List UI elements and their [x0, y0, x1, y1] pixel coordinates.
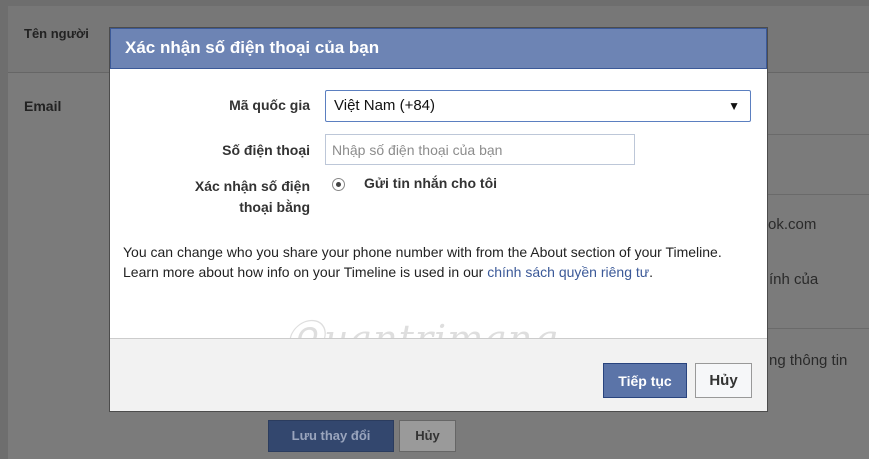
continue-button[interactable]: Tiếp tục — [603, 363, 687, 398]
background-email-label: Email — [24, 98, 62, 114]
radio-selected-icon[interactable] — [332, 178, 345, 191]
phone-label: Số điện thoại — [222, 142, 310, 158]
dialog-footer: Tiếp tục Hủy — [110, 338, 767, 411]
background-divider — [768, 134, 869, 135]
phone-input[interactable] — [325, 134, 635, 165]
caret-down-icon: ▼ — [728, 99, 740, 113]
background-cancel-button[interactable]: Hủy — [399, 420, 456, 452]
dialog-header: Xác nhận số điện thoại của bạn — [110, 28, 767, 69]
confirm-method-label-line1: Xác nhận số điện — [194, 178, 310, 194]
background-right-text: ính của — [769, 271, 819, 288]
background-divider — [768, 194, 869, 195]
confirm-method-label-line2: thoại bằng — [239, 199, 310, 215]
cancel-button[interactable]: Hủy — [695, 363, 752, 398]
country-label: Mã quốc gia — [229, 97, 310, 113]
background-right-text: ok.com — [768, 216, 817, 233]
background-divider — [768, 328, 869, 329]
privacy-policy-link[interactable]: chính sách quyền riêng tư — [487, 264, 649, 280]
privacy-info-end: . — [649, 264, 654, 280]
country-select[interactable]: Việt Nam (+84) ▼ — [325, 90, 751, 122]
background-right-text: ng thông tin — [769, 352, 848, 369]
phone-confirm-dialog: Xác nhận số điện thoại của bạn Mã quốc g… — [110, 28, 767, 411]
country-select-value: Việt Nam (+84) — [334, 97, 436, 114]
background-name-label: Tên người — [24, 26, 89, 41]
dialog-title: Xác nhận số điện thoại của bạn — [125, 38, 380, 57]
background-save-button[interactable]: Lưu thay đổi — [268, 420, 394, 452]
privacy-info-text: You can change who you share your phone … — [123, 242, 759, 282]
radio-option-label[interactable]: Gửi tin nhắn cho tôi — [364, 175, 497, 191]
